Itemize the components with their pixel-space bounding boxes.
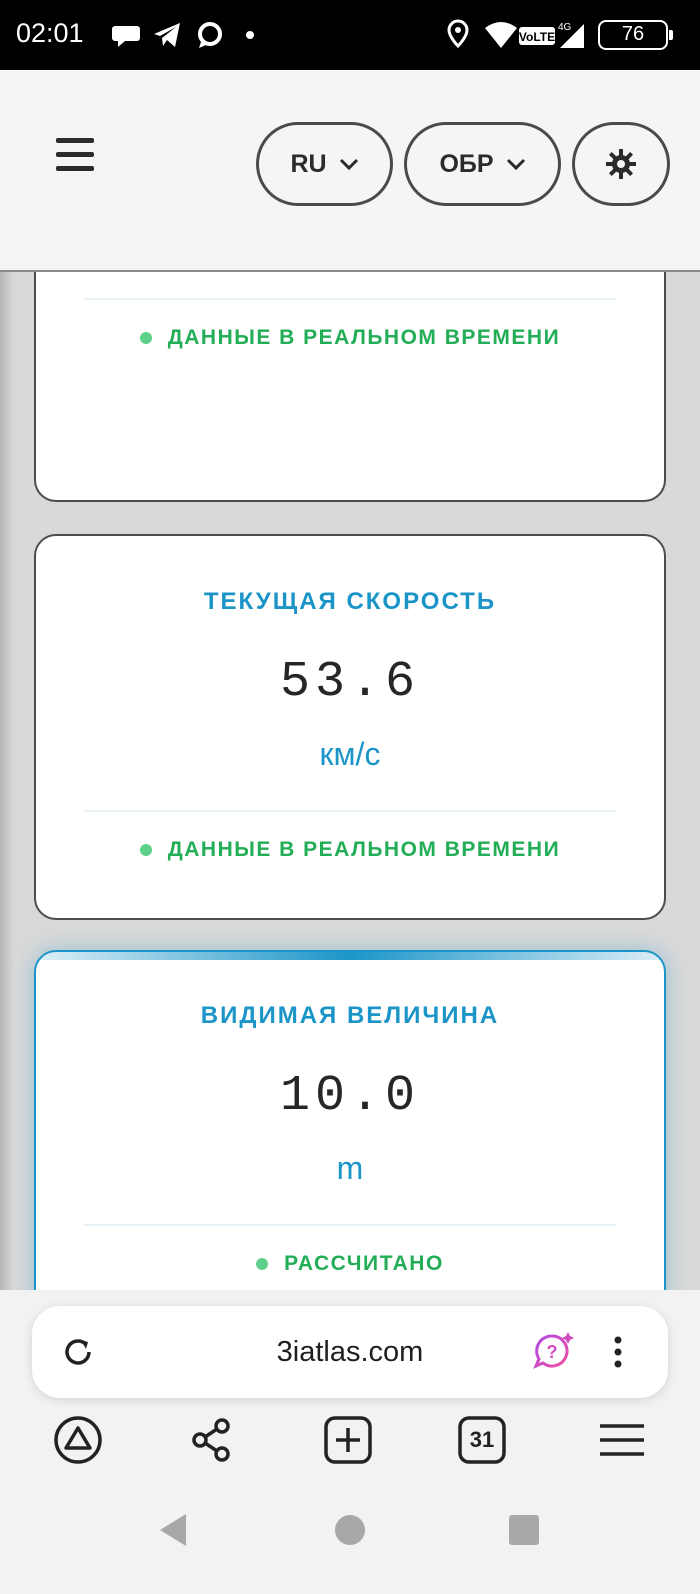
status-dot-icon [139,844,152,856]
card-highlight-bar [36,952,664,960]
back-nav-icon[interactable] [156,1512,192,1548]
telegram-icon [154,23,180,47]
status-bar: 02:01 VoLTE 4G 76 [0,0,700,70]
metric-card-speed: ТЕКУЩАЯ СКОРОСТЬ 53.6 км/с ДАННЫЕ В РЕАЛ… [34,534,666,920]
svg-text:4G: 4G [558,22,572,33]
card-status-label: ДАННЫЕ В РЕАЛЬНОМ ВРЕМЕНИ [167,838,561,861]
home-nav-icon[interactable] [332,1512,368,1548]
card-unit: m [336,1150,364,1186]
alice-icon[interactable] [52,1414,104,1466]
browser-bottom-bar: 3iatlas.com ? 31 [0,1290,700,1594]
battery-icon: 76 [598,20,673,50]
card-status: ДАННЫЕ В РЕАЛЬНОМ ВРЕМЕНИ [36,326,664,350]
card-status-label: ДАННЫЕ В РЕАЛЬНОМ ВРЕМЕНИ [167,326,561,349]
tab-count: 31 [469,1427,495,1452]
battery-level: 76 [621,23,645,45]
dot-icon [246,31,254,39]
hamburger-menu-icon[interactable] [56,138,94,174]
chat-bubble-icon [112,26,140,47]
card-status: ДАННЫЕ В РЕАЛЬНОМ ВРЕМЕНИ [36,838,664,862]
card-value: 10.0 [279,1068,421,1125]
recents-nav-icon[interactable] [506,1512,542,1548]
message-icon [198,22,222,48]
card-status: РАССЧИТАНО [36,1252,664,1276]
theme-gear-icon [606,149,636,179]
status-dot-icon [256,1258,269,1270]
address-bar[interactable]: 3iatlas.com ? [32,1306,668,1398]
card-divider [84,810,616,812]
more-vert-icon[interactable] [598,1332,638,1372]
status-dot-icon [139,332,152,344]
card-unit: км/с [319,736,381,772]
site-header: RU ОБР [0,70,700,272]
assistant-question-icon[interactable]: ? [532,1330,576,1374]
signal-icon: 4G [558,22,584,48]
svg-text:VoLTE: VoLTE [519,30,555,44]
location-icon [447,19,469,49]
chevron-down-icon [506,158,525,171]
mode-select[interactable]: ОБР [404,122,561,206]
card-status-label: РАССЧИТАНО [284,1252,444,1275]
card-title: ТЕКУЩАЯ СКОРОСТЬ [203,588,497,615]
card-divider [84,298,616,300]
card-value: 53.6 [279,654,421,711]
card-divider [84,1224,616,1226]
theme-toggle-button[interactable] [572,122,670,206]
card-title: ВИДИМАЯ ВЕЛИЧИНА [200,1002,500,1029]
mode-value: ОБР [439,149,494,178]
metric-card-magnitude: ВИДИМАЯ ВЕЛИЧИНА 10.0 m РАССЧИТАНО [34,950,666,1290]
menu-icon[interactable] [596,1414,648,1466]
wifi-icon [485,22,517,48]
share-icon[interactable] [186,1414,238,1466]
chevron-down-icon [339,158,358,171]
new-tab-icon[interactable] [322,1414,374,1466]
language-value: RU [290,149,327,178]
svg-text:?: ? [547,1342,558,1362]
tabs-icon[interactable]: 31 [456,1414,508,1466]
status-time: 02:01 [16,18,84,48]
metric-card-partial: a.e. ДАННЫЕ В РЕАЛЬНОМ ВРЕМЕНИ [34,242,666,502]
language-select[interactable]: RU [256,122,393,206]
volte-icon: VoLTE [519,27,555,45]
